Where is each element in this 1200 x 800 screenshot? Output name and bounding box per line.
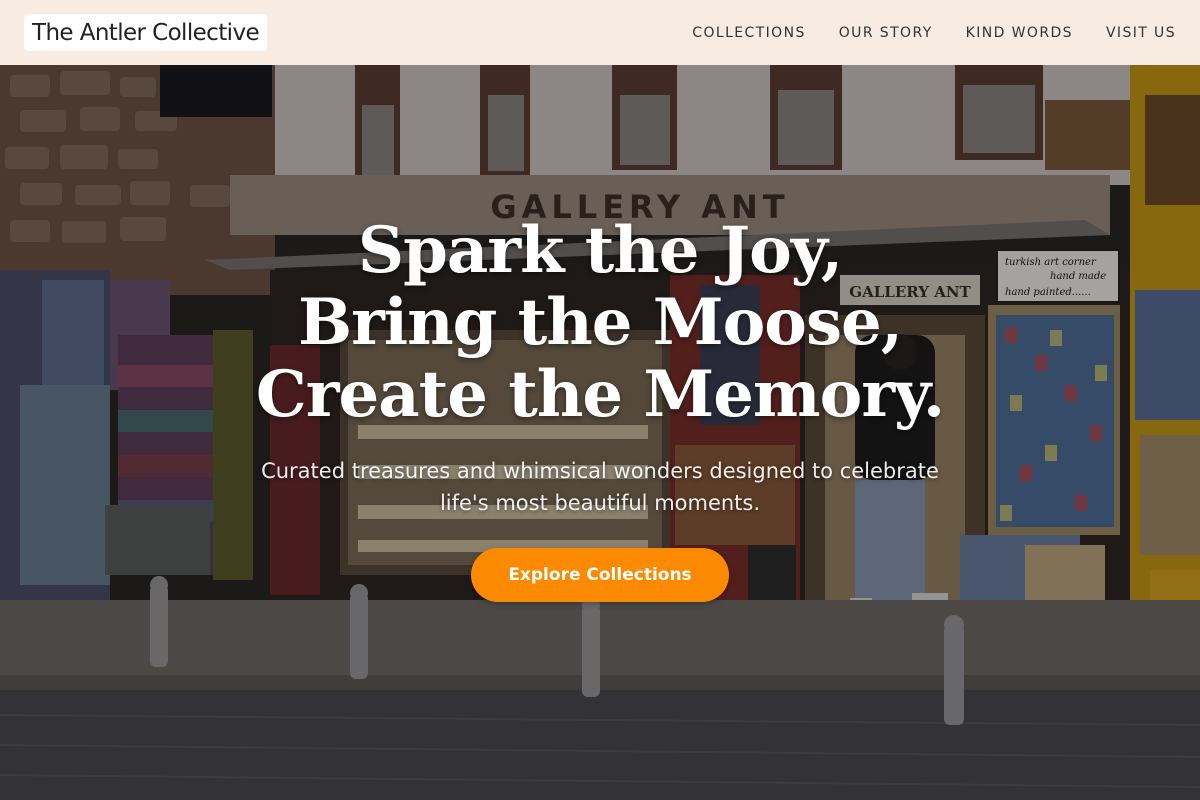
nav-link-visit-us[interactable]: VISIT US [1106,25,1176,41]
explore-collections-button[interactable]: Explore Collections [471,548,729,602]
hero-content: Spark the Joy, Bring the Moose, Create t… [0,215,1200,602]
hero-subtitle: Curated treasures and whimsical wonders … [261,459,939,515]
headline-line-3: Create the Memory. [255,357,945,432]
nav-link-kind-words[interactable]: KIND WORDS [966,25,1073,41]
nav-link-collections[interactable]: COLLECTIONS [692,25,805,41]
headline-line-1: Spark the Joy, [357,213,843,288]
hero-headline: Spark the Joy, Bring the Moose, Create t… [0,215,1200,431]
headline-line-2: Bring the Moose, [297,285,903,360]
main-nav: COLLECTIONS OUR STORY KIND WORDS VISIT U… [692,25,1176,41]
site-header: The Antler Collective COLLECTIONS OUR ST… [0,0,1200,65]
hero-section: GALLERY ANT GALLERY ANT turkish art corn… [0,65,1200,800]
brand-logo[interactable]: The Antler Collective [24,14,268,51]
nav-link-our-story[interactable]: OUR STORY [839,25,933,41]
